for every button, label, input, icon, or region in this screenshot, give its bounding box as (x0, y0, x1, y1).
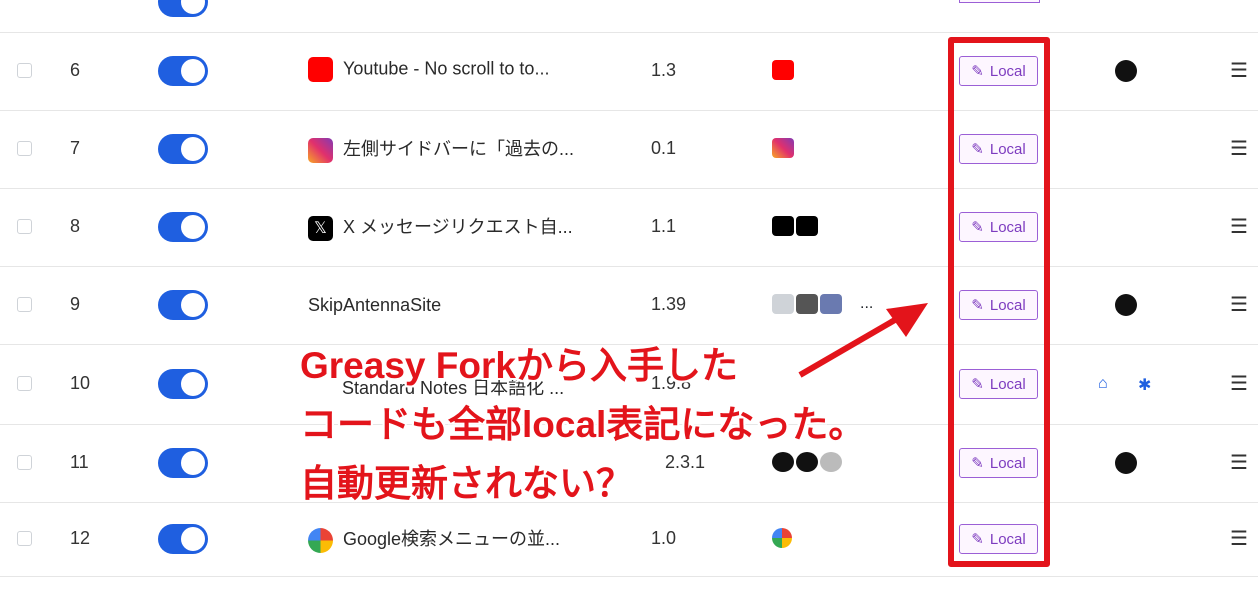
row-checkbox[interactable] (17, 219, 32, 234)
enable-toggle[interactable] (158, 369, 208, 399)
homepage-icon[interactable] (1115, 452, 1137, 474)
table-row: 9 SkipAntennaSite 1.39 ... ✎ Local ☰ (0, 266, 1258, 345)
youtube-icon (772, 60, 794, 80)
drag-handle-icon[interactable]: ☰ (1230, 292, 1248, 317)
annotation-text: Greasy Forkから入手した コードも全部local表記になった。 自動更… (300, 336, 865, 513)
edit-icon: ✎ (971, 297, 984, 314)
script-name[interactable]: 𝕏X メッセージリクエスト自... (308, 213, 573, 241)
script-version: 1.3 (651, 60, 677, 80)
site-icons (772, 528, 792, 548)
enable-toggle[interactable] (158, 212, 208, 242)
local-button[interactable]: ✎ Local (959, 290, 1038, 320)
drag-handle-icon[interactable]: ☰ (1230, 526, 1248, 551)
edit-icon: ✎ (971, 531, 984, 548)
local-button[interactable]: ✎ Local (959, 212, 1038, 242)
local-button[interactable]: ✎ Local (959, 448, 1038, 478)
row-checkbox[interactable] (17, 455, 32, 470)
script-name[interactable]: 左側サイドバーに「過去の... (308, 135, 574, 163)
drag-handle-icon[interactable]: ☰ (1230, 371, 1248, 396)
row-index: 8 (70, 216, 81, 236)
site-icons (772, 216, 818, 236)
enable-toggle[interactable] (158, 134, 208, 164)
script-version: 1.1 (651, 216, 677, 236)
row-index: 6 (70, 60, 81, 80)
local-button[interactable]: ✎ Local (959, 524, 1038, 554)
bug-icon[interactable]: ✱ (1138, 375, 1151, 395)
local-button[interactable]: ✎ Local (959, 369, 1038, 399)
enable-toggle[interactable] (158, 56, 208, 86)
drag-handle-icon[interactable]: ☰ (1230, 58, 1248, 83)
script-name[interactable]: SkipAntennaSite (308, 295, 441, 316)
script-version: 1.39 (651, 294, 687, 314)
instagram-icon (308, 137, 333, 163)
edit-icon: ✎ (971, 141, 984, 158)
row-checkbox[interactable] (17, 63, 32, 78)
edit-icon: ✎ (971, 219, 984, 236)
home-icon[interactable]: ⌂ (1098, 375, 1108, 393)
script-version: 1.0 (651, 528, 677, 548)
homepage-icon[interactable] (1115, 60, 1137, 82)
script-name[interactable]: Google検索メニューの並... (308, 525, 560, 553)
edit-icon: ✎ (971, 376, 984, 393)
edit-icon: ✎ (971, 63, 984, 80)
site-icons (772, 60, 794, 80)
homepage-icon[interactable] (1115, 294, 1137, 316)
table-row: 7 左側サイドバーに「過去の... 0.1 ✎ Local ☰ (0, 110, 1258, 189)
x-icon (772, 216, 794, 236)
row-checkbox[interactable] (17, 376, 32, 391)
row-index: 7 (70, 138, 81, 158)
annotation-line: コードも全部local表記になった。 (300, 404, 866, 445)
local-button[interactable]: ✎ Local (959, 56, 1038, 86)
google-icon (772, 528, 792, 548)
script-name[interactable]: Youtube - No scroll to to... (308, 57, 549, 82)
x-icon: 𝕏 (308, 215, 333, 241)
drag-handle-icon[interactable]: ☰ (1230, 214, 1248, 239)
instagram-icon (772, 138, 794, 158)
edit-icon: ✎ (971, 455, 984, 472)
enable-toggle[interactable] (158, 448, 208, 478)
local-button[interactable] (959, 0, 1040, 3)
row-index: 12 (70, 528, 91, 548)
table-row: 8 𝕏X メッセージリクエスト自... 1.1 ✎ Local ☰ (0, 188, 1258, 267)
youtube-icon (308, 57, 333, 82)
row-checkbox[interactable] (17, 141, 32, 156)
annotation-line: Greasy Forkから入手した (300, 345, 738, 386)
drag-handle-icon[interactable]: ☰ (1230, 136, 1248, 161)
enable-toggle[interactable] (158, 524, 208, 554)
enable-toggle[interactable] (158, 0, 208, 17)
row-index: 11 (70, 452, 89, 472)
row-checkbox[interactable] (17, 531, 32, 546)
site-icons (772, 138, 794, 158)
local-button[interactable]: ✎ Local (959, 134, 1038, 164)
enable-toggle[interactable] (158, 290, 208, 320)
row-index: 10 (70, 373, 91, 393)
annotation-line: 自動更新されない？ (300, 463, 633, 504)
table-row: 12 Google検索メニューの並... 1.0 ✎ Local ☰ (0, 502, 1258, 577)
script-version: 0.1 (651, 138, 677, 158)
table-row: 6 Youtube - No scroll to to... 1.3 ✎ Loca… (0, 32, 1258, 111)
table-row-partial (0, 0, 1258, 33)
drag-handle-icon[interactable]: ☰ (1230, 450, 1248, 475)
row-index: 9 (70, 294, 81, 314)
row-checkbox[interactable] (17, 297, 32, 312)
x-icon (796, 216, 818, 236)
google-icon (308, 527, 333, 553)
